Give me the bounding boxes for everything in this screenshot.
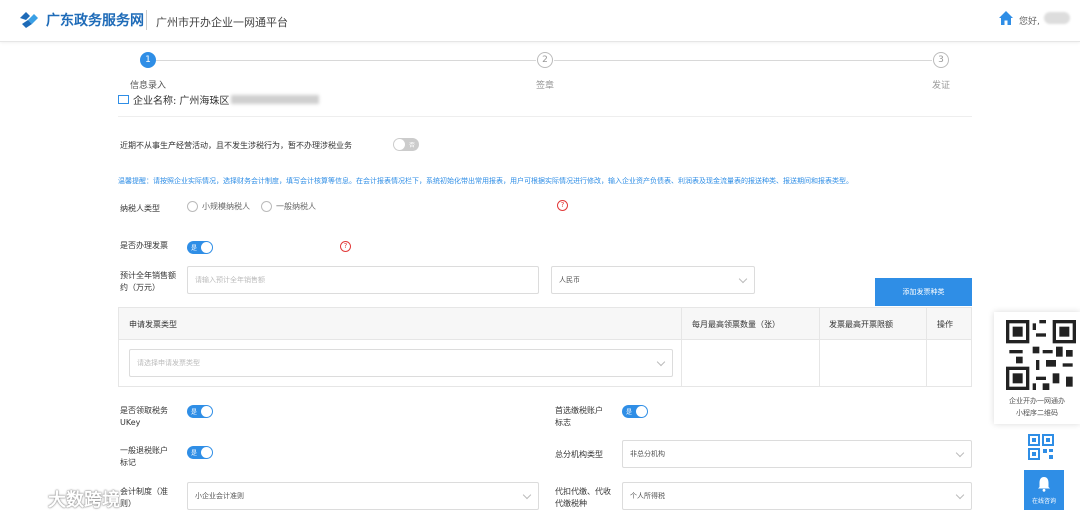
reminder-tip: 温馨提醒：请按照企业实际情况，选择财务会计制度，填写会计核算等信息。在会计报表情… bbox=[118, 177, 853, 185]
radio-small-scale-label: 小规模纳税人 bbox=[202, 202, 250, 211]
invoice-type-placeholder: 请选择申请发票类型 bbox=[137, 359, 200, 367]
qr-caption-line-1: 企业开办一网通办 bbox=[1009, 397, 1065, 405]
company-name-redacted bbox=[231, 95, 320, 104]
chevron-down-icon bbox=[955, 448, 965, 458]
step-3-circle: 3 bbox=[933, 52, 949, 68]
section-divider bbox=[118, 116, 972, 117]
invoice-label: 是否办理发票 bbox=[120, 241, 168, 250]
watermark-text: 大数跨境 bbox=[48, 490, 120, 511]
branch-type-label: 总分机构类型 bbox=[555, 450, 603, 459]
watermark-logo-icon bbox=[10, 489, 47, 508]
th-invoice-type: 申请发票类型 bbox=[129, 320, 177, 329]
watermark: 大数跨境 bbox=[10, 486, 120, 512]
toggle-text: 否 bbox=[408, 142, 415, 149]
sales-label: 预计全年销售额约（万元） bbox=[120, 271, 176, 292]
accounting-system-label: 会计制度（准则） bbox=[120, 487, 168, 508]
company-name-label: 企业名称: bbox=[133, 96, 177, 107]
toggle-text: 是 bbox=[191, 450, 198, 457]
help-icon[interactable]: ? bbox=[557, 200, 568, 211]
id-card-icon bbox=[118, 95, 129, 104]
toggle-knob bbox=[201, 406, 212, 417]
chevron-down-icon bbox=[522, 490, 532, 500]
qr-code-panel: 企业开办一网通办 小程序二维码 bbox=[994, 312, 1080, 424]
step-connector-2 bbox=[554, 60, 932, 61]
withholding-value: 个人所得税 bbox=[630, 492, 665, 500]
step-3-label: 发证 bbox=[932, 81, 951, 91]
company-name-value: 广州海珠区 bbox=[179, 96, 230, 107]
radio-circle-icon bbox=[261, 201, 272, 212]
top-header: 广东政务服务网 广州市开办企业一网通平台 您好, bbox=[0, 0, 1080, 42]
site-logo[interactable]: 广东政务服务网 bbox=[18, 10, 144, 30]
currency-select[interactable]: 人民币 bbox=[551, 266, 755, 294]
toggle-text: 是 bbox=[626, 409, 633, 416]
radio-general[interactable]: 一般纳税人 bbox=[261, 201, 316, 212]
greeting-text: 您好, bbox=[1019, 17, 1040, 27]
preferred-account-label: 首选缴税账户标志 bbox=[555, 406, 603, 427]
radio-circle-icon bbox=[187, 201, 198, 212]
refund-account-label: 一般退税账户标记 bbox=[120, 446, 168, 467]
qr-caption-line-2: 小程序二维码 bbox=[1016, 409, 1058, 417]
th-actions: 操作 bbox=[937, 320, 953, 329]
currency-value: 人民币 bbox=[559, 276, 580, 284]
withholding-select[interactable]: 个人所得税 bbox=[622, 482, 972, 510]
company-name-row: 企业名称: 广州海珠区 bbox=[118, 92, 320, 107]
branch-type-value: 非总分机构 bbox=[630, 450, 665, 458]
step-connector-1 bbox=[156, 60, 536, 61]
online-consult-label: 在线咨询 bbox=[1031, 498, 1056, 505]
branch-type-select[interactable]: 非总分机构 bbox=[622, 440, 972, 468]
online-consult-button[interactable]: 在线咨询 bbox=[1024, 470, 1064, 510]
radio-general-label: 一般纳税人 bbox=[276, 202, 316, 211]
table-header: 申请发票类型 每月最高领票数量（张） 发票最高开票限额 操作 bbox=[119, 308, 971, 340]
radio-small-scale[interactable]: 小规模纳税人 bbox=[187, 201, 250, 212]
chevron-down-icon bbox=[955, 490, 965, 500]
th-monthly-quantity: 每月最高领票数量（张） bbox=[692, 320, 780, 329]
step-1-circle: 1 bbox=[140, 52, 156, 68]
taxpayer-type-label: 纳税人类型 bbox=[120, 204, 160, 213]
accounting-system-value: 小企业会计准则 bbox=[195, 492, 244, 500]
table-col-divider bbox=[681, 308, 682, 386]
sales-input[interactable]: 请输入预计全年销售额 bbox=[187, 266, 539, 294]
username-redacted[interactable] bbox=[1044, 12, 1070, 24]
th-max-limit: 发票最高开票限额 bbox=[829, 320, 893, 329]
table-col-divider bbox=[926, 308, 927, 386]
site-name: 广东政务服务网 bbox=[46, 13, 144, 29]
qr-code-icon bbox=[1006, 320, 1076, 390]
no-business-toggle[interactable]: 否 bbox=[393, 138, 419, 151]
withholding-label: 代扣代缴、代收代缴税种 bbox=[555, 487, 611, 508]
chevron-down-icon bbox=[738, 274, 748, 284]
invoice-type-select[interactable]: 请选择申请发票类型 bbox=[129, 349, 673, 377]
platform-title: 广州市开办企业一网通平台 bbox=[156, 16, 288, 29]
step-1-label: 信息录入 bbox=[130, 81, 167, 91]
accounting-system-select[interactable]: 小企业会计准则 bbox=[187, 482, 539, 510]
invoice-toggle[interactable]: 是 bbox=[187, 241, 213, 254]
mini-program-qr-icon[interactable] bbox=[1028, 434, 1054, 460]
step-2-circle: 2 bbox=[537, 52, 553, 68]
refund-account-toggle[interactable]: 是 bbox=[187, 446, 213, 459]
step-2-label: 签章 bbox=[536, 81, 555, 91]
toggle-knob bbox=[636, 406, 647, 417]
preferred-account-toggle[interactable]: 是 bbox=[622, 405, 648, 418]
chevron-down-icon bbox=[656, 357, 666, 367]
help-icon[interactable]: ? bbox=[340, 241, 351, 252]
ukey-toggle[interactable]: 是 bbox=[187, 405, 213, 418]
toggle-text: 是 bbox=[191, 245, 198, 252]
toggle-knob bbox=[201, 447, 212, 458]
invoice-type-table: 申请发票类型 每月最高领票数量（张） 发票最高开票限额 操作 请选择申请发票类型 bbox=[118, 307, 972, 387]
no-business-label: 近期不从事生产经营活动，且不发生涉税行为，暂不办理涉税业务 bbox=[120, 141, 352, 150]
toggle-knob bbox=[201, 242, 212, 253]
bell-icon bbox=[1038, 477, 1050, 492]
add-invoice-type-button[interactable]: 添加发票种类 bbox=[875, 278, 972, 306]
toggle-knob bbox=[394, 139, 405, 150]
logo-icon bbox=[20, 12, 38, 28]
header-separator bbox=[146, 10, 147, 30]
table-col-divider bbox=[819, 308, 820, 386]
home-icon[interactable] bbox=[998, 10, 1014, 26]
ukey-label: 是否领取税务UKey bbox=[120, 406, 168, 427]
toggle-text: 是 bbox=[191, 409, 198, 416]
